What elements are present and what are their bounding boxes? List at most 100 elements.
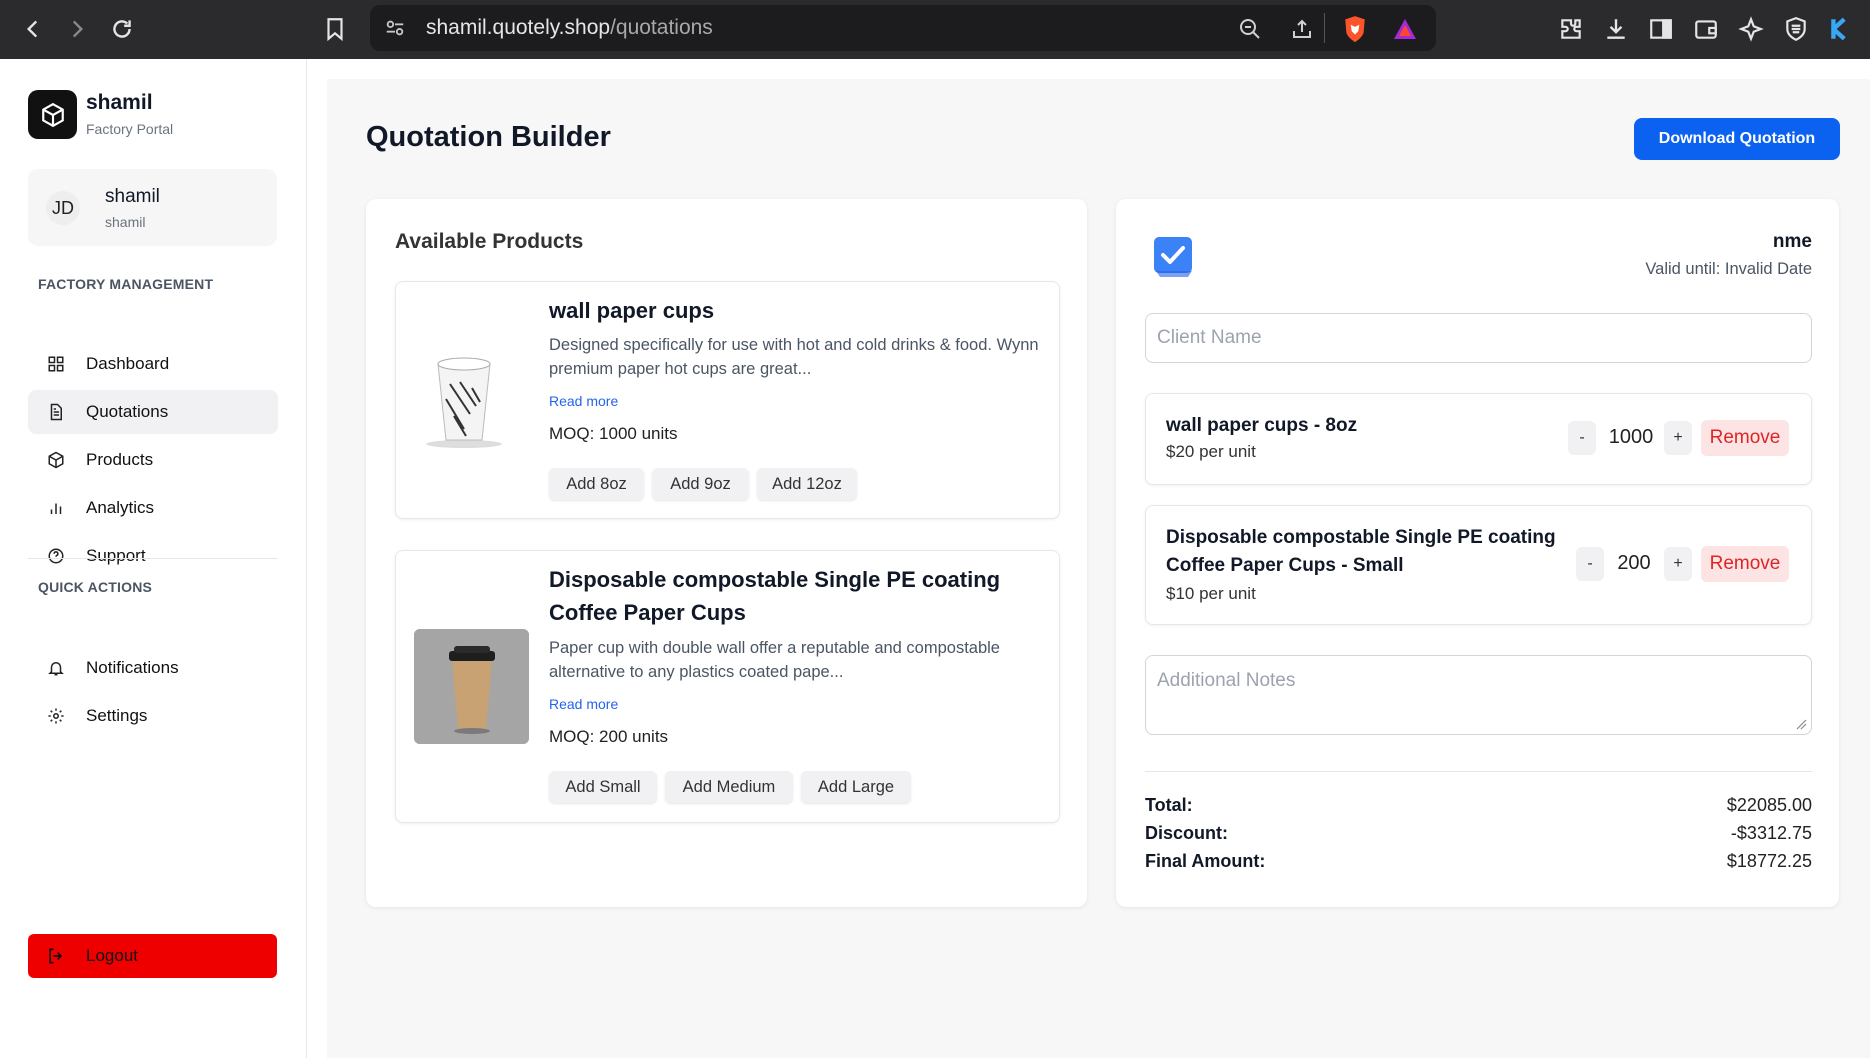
product-title: wall paper cups — [549, 298, 715, 323]
product-moq: MOQ: 1000 units — [549, 424, 678, 443]
valid-until: Valid until: Invalid Date — [1645, 260, 1812, 278]
logout-icon — [49, 948, 63, 964]
discount-value: -$3312.75 — [1730, 823, 1812, 843]
site-settings-icon[interactable] — [384, 17, 406, 39]
bookmark-icon[interactable] — [320, 14, 350, 44]
check-badge-icon — [1152, 235, 1195, 278]
client-name-input[interactable]: Client Name — [1145, 313, 1812, 363]
sidebar-item-label: Settings — [86, 706, 148, 725]
bar-chart-icon — [50, 503, 62, 514]
user-subtitle: shamil — [105, 214, 146, 230]
address-bar[interactable]: shamil.quotely.shop/quotations — [370, 5, 1436, 51]
sidebar-item-label: Notifications — [86, 658, 179, 677]
product-description: Paper cup with double wall offer a reput… — [549, 639, 1000, 681]
product-card: Disposable compostable Single PE coating… — [395, 550, 1060, 823]
download-icon[interactable] — [1601, 14, 1631, 44]
additional-notes-textarea[interactable]: Additional Notes — [1145, 655, 1812, 735]
discount-label: Discount: — [1145, 823, 1228, 843]
quantity-value[interactable]: 1000 — [1601, 426, 1661, 449]
add-9oz-button[interactable]: Add 9oz — [652, 468, 749, 500]
remove-item-button[interactable]: Remove — [1701, 420, 1789, 456]
add-large-button[interactable]: Add Large — [801, 771, 911, 803]
product-title: Disposable compostable Single PE coating… — [549, 567, 1001, 625]
section-heading-quick: QUICK ACTIONS — [38, 579, 153, 595]
sidebar-item-label: Support — [86, 546, 146, 565]
app-logo — [28, 90, 77, 139]
reload-icon[interactable] — [107, 14, 137, 44]
read-more-link[interactable]: Read more — [549, 696, 618, 712]
product-card: wall paper cups Designed specifically fo… — [395, 281, 1060, 519]
increase-qty-button[interactable]: + — [1664, 421, 1692, 455]
brave-shield-icon[interactable] — [1342, 15, 1368, 43]
cube-logo-icon — [41, 102, 64, 127]
quantity-value[interactable]: 200 — [1604, 552, 1664, 575]
logout-button[interactable]: Logout — [28, 934, 277, 978]
add-12oz-button[interactable]: Add 12oz — [757, 468, 857, 500]
sidebar-item-settings[interactable]: Settings — [28, 694, 278, 738]
user-name: shamil — [105, 186, 160, 207]
avatar: JD — [46, 191, 80, 225]
back-icon[interactable] — [18, 14, 48, 44]
product-moq: MOQ: 200 units — [549, 727, 669, 746]
section-heading-factory: FACTORY MANAGEMENT — [38, 276, 214, 292]
add-8oz-button[interactable]: Add 8oz — [549, 468, 644, 500]
sidebar-item-analytics[interactable]: Analytics — [28, 486, 278, 530]
brand-name: shamil — [86, 91, 153, 114]
line-item-name: Disposable compostable Single PE coating… — [1166, 527, 1556, 576]
brave-rewards-icon[interactable] — [1392, 17, 1418, 41]
decrease-qty-button[interactable]: - — [1568, 421, 1596, 455]
add-medium-button[interactable]: Add Medium — [665, 771, 793, 803]
sidebar-item-label: Dashboard — [86, 354, 170, 373]
sidebar-item-label: Products — [86, 450, 154, 469]
product-image-paper-cup — [414, 344, 524, 454]
sidebar: shamil Factory Portal JD shamil shamil F… — [0, 59, 307, 1058]
page-title: Quotation Builder — [366, 121, 611, 153]
decrease-qty-button[interactable]: - — [1576, 547, 1604, 581]
extension-k-icon[interactable] — [1826, 14, 1856, 44]
total-label: Total: — [1145, 795, 1193, 815]
brand-subtitle: Factory Portal — [86, 121, 174, 137]
remove-item-button[interactable]: Remove — [1701, 546, 1789, 582]
add-small-button[interactable]: Add Small — [549, 771, 657, 803]
notes-placeholder: Additional Notes — [1157, 670, 1296, 691]
sidebar-item-notifications[interactable]: Notifications — [28, 646, 278, 690]
quote-line-item: Disposable compostable Single PE coating… — [1145, 505, 1812, 625]
user-card[interactable]: JD shamil shamil — [28, 169, 277, 246]
quote-line-item: wall paper cups - 8oz $20 per unit - 100… — [1145, 393, 1812, 485]
line-item-price: $20 per unit — [1166, 442, 1256, 461]
company-name: nme — [1772, 231, 1812, 252]
wallet-icon[interactable] — [1691, 14, 1721, 44]
line-item-price: $10 per unit — [1166, 584, 1256, 603]
leo-ai-icon[interactable] — [1736, 14, 1766, 44]
products-heading: Available Products — [395, 230, 584, 253]
vpn-icon[interactable] — [1781, 14, 1811, 44]
read-more-link[interactable]: Read more — [549, 393, 618, 409]
sidebar-item-dashboard[interactable]: Dashboard — [28, 342, 278, 386]
gear-icon — [48, 708, 64, 724]
download-quotation-button[interactable]: Download Quotation — [1634, 118, 1840, 160]
line-item-name: wall paper cups - 8oz — [1166, 415, 1358, 436]
cube-icon — [48, 451, 64, 469]
forward-icon[interactable] — [62, 14, 92, 44]
total-value: $22085.00 — [1726, 795, 1812, 815]
document-icon — [50, 403, 62, 421]
final-amount-value: $18772.25 — [1726, 851, 1812, 871]
share-icon[interactable] — [1290, 17, 1314, 41]
help-circle-icon — [48, 548, 64, 564]
browser-toolbar: shamil.quotely.shop/quotations — [0, 0, 1870, 59]
sidebar-item-label: Quotations — [86, 402, 169, 421]
totals-divider — [1145, 771, 1812, 772]
sidebar-item-products[interactable]: Products — [28, 438, 278, 482]
sidebar-item-support[interactable]: Support — [28, 534, 278, 578]
bell-icon — [48, 662, 64, 676]
extensions-icon[interactable] — [1556, 14, 1586, 44]
increase-qty-button[interactable]: + — [1664, 547, 1692, 581]
zoom-icon[interactable] — [1238, 17, 1262, 41]
product-description: Designed specifically for use with hot a… — [549, 336, 1039, 378]
url-text: shamil.quotely.shop/quotations — [426, 16, 713, 39]
sidebar-toggle-icon[interactable] — [1646, 14, 1676, 44]
resize-handle-icon[interactable] — [1795, 718, 1807, 730]
final-amount-label: Final Amount: — [1145, 851, 1266, 871]
sidebar-item-quotations[interactable]: Quotations — [28, 390, 278, 434]
sidebar-item-label: Analytics — [86, 498, 155, 517]
